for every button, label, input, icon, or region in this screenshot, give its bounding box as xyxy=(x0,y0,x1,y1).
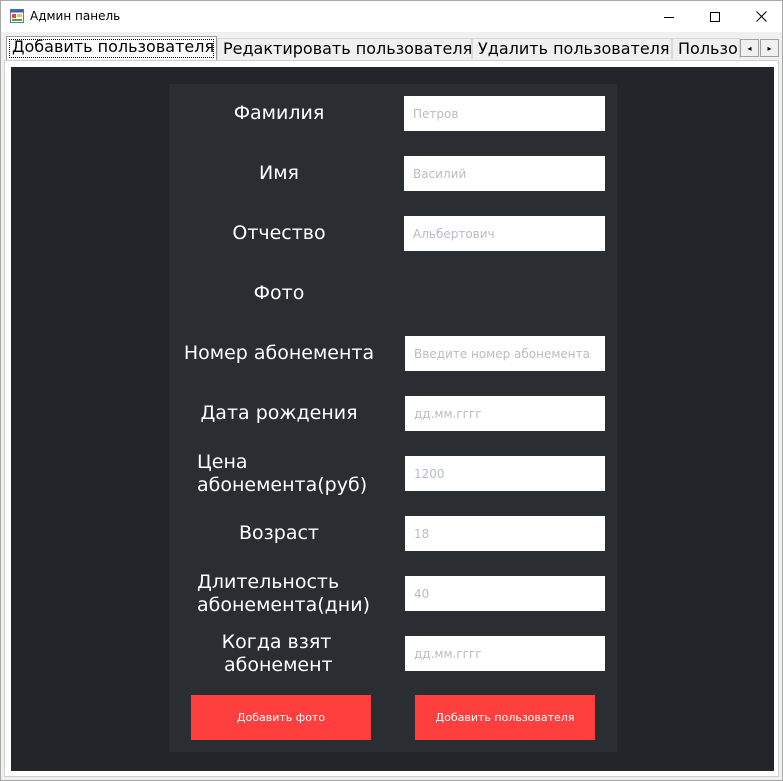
tab-scroll-left-button[interactable]: ◂ xyxy=(740,39,759,57)
membership-number-input[interactable] xyxy=(405,336,605,371)
add-photo-button[interactable]: Добавить фото xyxy=(191,695,371,740)
taken-date-label-line1: Когда взят xyxy=(221,631,332,653)
photo-label: Фото xyxy=(253,282,305,304)
tab-label: Добавить пользователя xyxy=(12,37,215,56)
maximize-icon xyxy=(710,11,720,22)
title-bar[interactable]: Админ панель xyxy=(1,1,782,32)
price-label: Цена абонемента(руб) xyxy=(197,451,387,497)
tab-label: Удалить пользователя xyxy=(478,39,670,58)
tab-label: Пользо xyxy=(678,39,738,58)
membership-number-label: Номер абонемента xyxy=(183,342,375,364)
first-name-input[interactable] xyxy=(404,156,605,191)
first-name-label: Имя xyxy=(259,162,299,184)
minimize-button[interactable] xyxy=(646,1,692,32)
maximize-button[interactable] xyxy=(692,1,738,32)
duration-label-line1: Длительность xyxy=(197,571,340,593)
duration-label: Длительность абонемента(дни) xyxy=(197,571,387,617)
birth-date-input[interactable] xyxy=(405,396,605,431)
last-name-input[interactable] xyxy=(404,96,605,131)
patronymic-input[interactable] xyxy=(404,216,605,251)
duration-input[interactable] xyxy=(405,576,605,611)
tab-strip: Добавить пользователя Редактировать поль… xyxy=(1,36,782,61)
age-label: Возраст xyxy=(239,522,319,544)
arrow-left-icon: ◂ xyxy=(747,43,752,53)
taken-date-label-line2: абонемент xyxy=(224,654,333,676)
age-input[interactable] xyxy=(405,516,605,551)
last-name-label: Фамилия xyxy=(233,102,325,124)
minimize-icon xyxy=(664,16,674,18)
close-button[interactable] xyxy=(738,1,783,32)
duration-label-line2: абонемента(дни) xyxy=(197,594,370,616)
tab-add-user[interactable]: Добавить пользователя xyxy=(6,36,217,60)
close-icon xyxy=(755,11,767,22)
birth-date-label: Дата рождения xyxy=(200,402,358,424)
price-input[interactable] xyxy=(405,456,605,491)
tab-delete-user[interactable]: Удалить пользователя xyxy=(472,38,672,59)
arrow-right-icon: ▸ xyxy=(767,43,772,53)
price-label-line2: абонемента(руб) xyxy=(197,474,368,496)
tab-edit-user[interactable]: Редактировать пользователя xyxy=(217,38,472,59)
app-window-icon xyxy=(10,9,24,23)
window-title: Админ панель xyxy=(30,9,121,23)
taken-date-label: Когда взят абонемент xyxy=(194,631,359,677)
price-label-line1: Цена xyxy=(197,451,248,473)
taken-date-input[interactable] xyxy=(405,636,605,671)
tab-users[interactable]: Пользо xyxy=(672,38,740,59)
patronymic-label: Отчество xyxy=(232,222,326,244)
tab-scroll-right-button[interactable]: ▸ xyxy=(760,39,779,57)
add-user-button[interactable]: Добавить пользователя xyxy=(415,695,595,740)
tab-label: Редактировать пользователя xyxy=(223,39,472,58)
admin-window: Админ панель Добавить пользователя Редак… xyxy=(0,0,783,781)
